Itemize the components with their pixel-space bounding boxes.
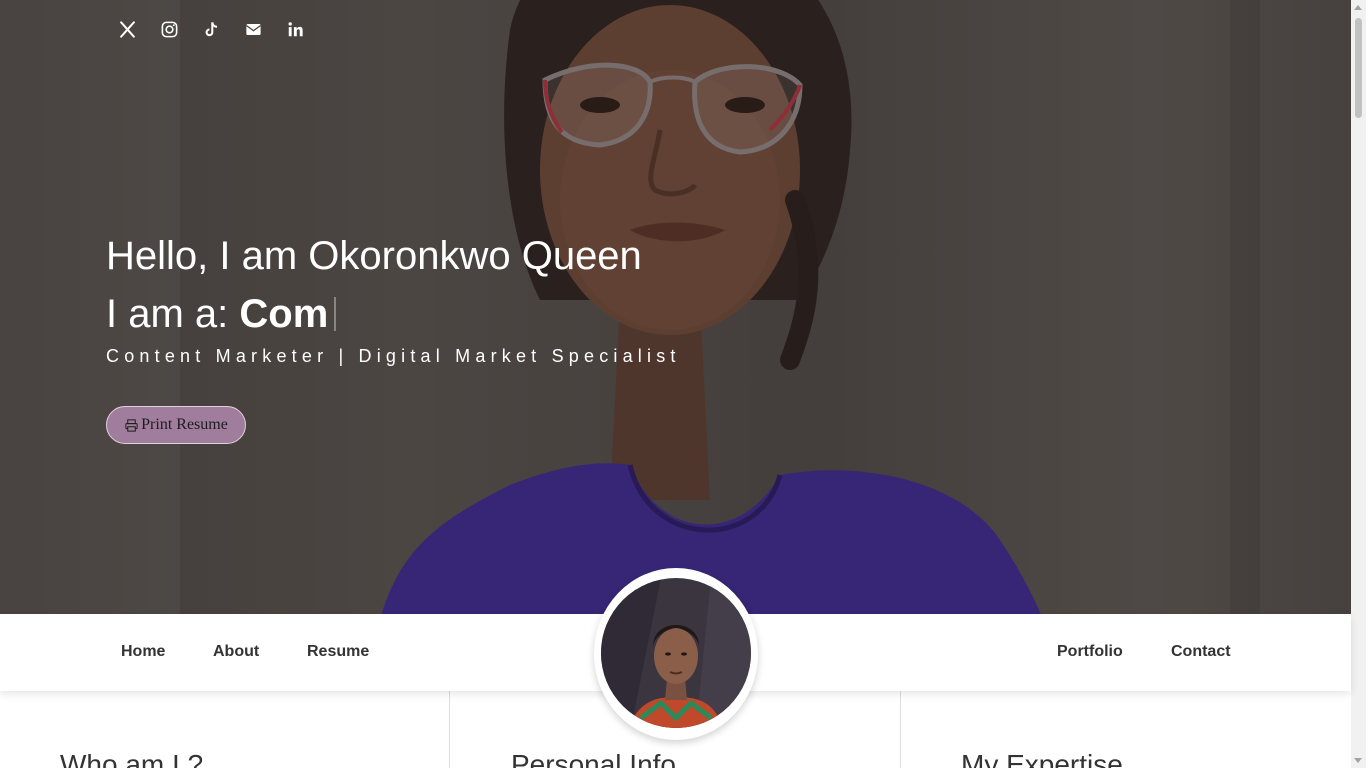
scroll-up-icon[interactable]: [1354, 5, 1362, 10]
tiktok-icon[interactable]: [200, 16, 222, 42]
instagram-icon[interactable]: [158, 16, 180, 42]
x-twitter-icon[interactable]: [116, 16, 138, 42]
who-am-i-title: Who am I ?: [60, 749, 204, 768]
personal-info-title: Personal Info: [511, 749, 676, 768]
column-divider: [449, 691, 450, 768]
linkedin-icon[interactable]: [284, 16, 306, 42]
scroll-down-icon[interactable]: [1354, 758, 1362, 763]
nav-about[interactable]: About: [213, 643, 259, 661]
envelope-icon[interactable]: [242, 16, 264, 42]
hero-greeting: Hello, I am Okoronkwo Queen: [106, 234, 642, 278]
page-scrollbar[interactable]: [1351, 0, 1366, 768]
printer-icon: [125, 418, 138, 432]
nav-contact[interactable]: Contact: [1171, 643, 1231, 661]
nav-home[interactable]: Home: [121, 643, 165, 661]
nav-resume[interactable]: Resume: [307, 643, 369, 661]
avatar[interactable]: [601, 578, 751, 728]
role-prefix: I am a:: [106, 292, 240, 336]
hero-tagline: Content Marketer | Digital Market Specia…: [106, 346, 681, 366]
print-resume-button[interactable]: Print Resume: [106, 406, 246, 444]
nav-portfolio[interactable]: Portfolio: [1057, 643, 1123, 661]
profile-avatar-frame: [594, 568, 758, 740]
social-links: [116, 16, 306, 42]
hero-section: Hello, I am Okoronkwo Queen I am a: Com …: [0, 0, 1351, 614]
print-resume-label: Print Resume: [141, 416, 228, 433]
role-typed-text: Com: [239, 292, 329, 336]
typing-cursor: [334, 297, 337, 331]
hero-text: Hello, I am Okoronkwo Queen I am a: Com …: [106, 232, 681, 367]
my-expertise-title: My Expertise: [961, 749, 1123, 768]
column-divider: [900, 691, 901, 768]
scrollbar-thumb[interactable]: [1355, 18, 1362, 118]
hero-role-line: I am a: Com: [106, 290, 681, 338]
